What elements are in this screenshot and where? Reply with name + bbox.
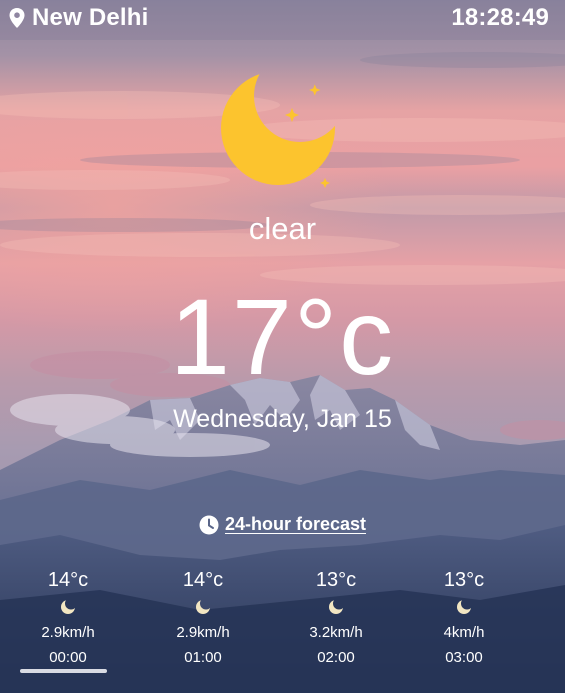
forecast-time: 00:00 <box>49 649 87 666</box>
forecast-wind: 4km/h <box>443 624 485 641</box>
moon-icon <box>148 596 258 618</box>
map-pin-icon <box>9 8 25 28</box>
forecast-hour[interactable]: 14°c 2.9km/h 00:00 <box>13 565 123 666</box>
hourly-forecast[interactable]: 14°c 2.9km/h 00:00 14°c 2.9km/h 01:00 13… <box>0 565 565 675</box>
crescent-moon-icon <box>221 71 335 188</box>
forecast-hour[interactable]: 13°c 4km/h 03:00 <box>409 565 519 666</box>
location[interactable]: New Delhi <box>8 4 149 32</box>
current-time: 18:28:49 <box>451 4 549 31</box>
forecast-link-label: 24-hour forecast <box>224 514 367 534</box>
horizontal-scrollbar[interactable] <box>20 669 107 673</box>
current-temperature: 17°c <box>169 276 396 397</box>
forecast-temp: 14°c <box>182 569 224 591</box>
weather-condition: clear <box>248 211 317 246</box>
forecast-wind: 3.2km/h <box>309 624 363 641</box>
moon-icon <box>409 596 519 618</box>
forecast-temp: 13°c <box>315 569 357 591</box>
location-name: New Delhi <box>32 4 149 31</box>
forecast-time: 01:00 <box>184 649 222 666</box>
clock-icon <box>199 515 219 534</box>
current-date: Wednesday, Jan 15 <box>173 405 392 433</box>
forecast-temp: 13°c <box>443 569 485 591</box>
top-bar: New Delhi 18:28:49 <box>0 0 565 36</box>
forecast-hour[interactable]: 13°c 3.2km/h 02:00 <box>281 565 391 666</box>
forecast-time: 02:00 <box>317 649 355 666</box>
forecast-wind: 2.9km/h <box>176 624 230 641</box>
forecast-hour[interactable]: 14°c 2.9km/h 01:00 <box>148 565 258 666</box>
moon-icon <box>281 596 391 618</box>
forecast-wind: 2.9km/h <box>41 624 95 641</box>
forecast-time: 03:00 <box>445 649 483 666</box>
forecast-temp: 14°c <box>47 569 89 591</box>
forecast-link[interactable]: 24-hour forecast <box>0 514 565 535</box>
moon-icon <box>13 596 123 618</box>
